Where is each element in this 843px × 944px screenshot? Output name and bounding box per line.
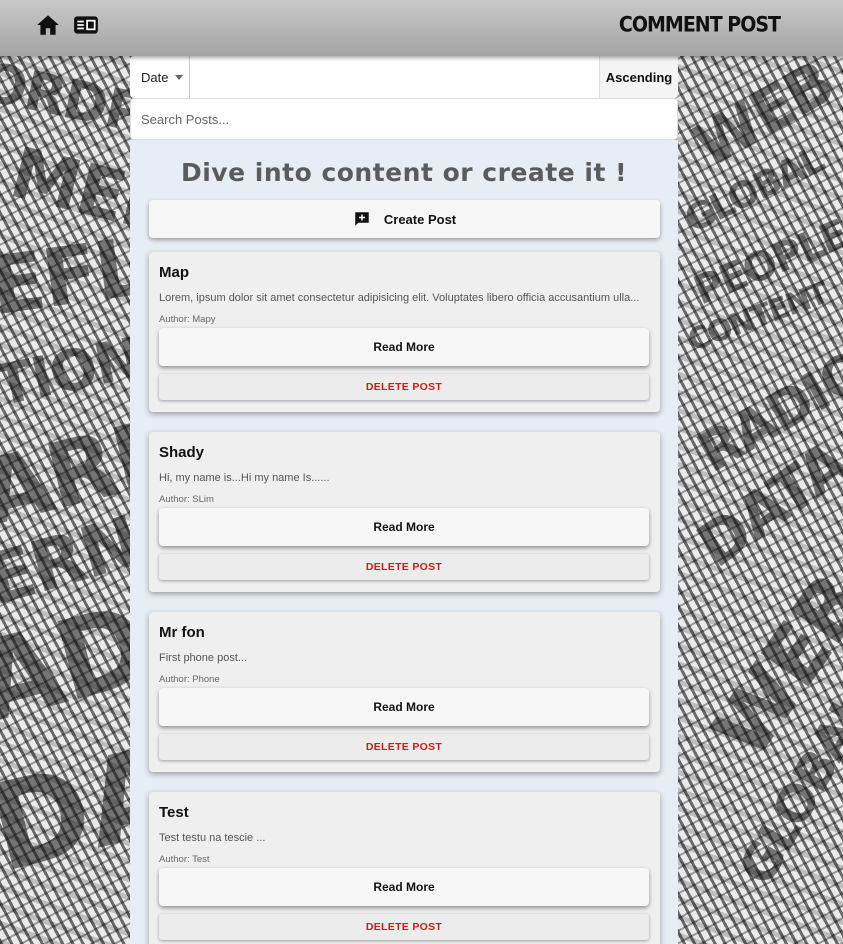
post-title: Test [159,804,189,821]
home-icon[interactable] [35,12,61,38]
post-title: Map [159,264,189,281]
create-post-label: Create Post [383,211,457,227]
post-card: Shady Hi, my name is...Hi my name Is....… [149,432,660,592]
post-author: Author: SLim [159,494,214,505]
post-title: Mr fon [159,624,205,641]
post-title: Shady [159,444,205,461]
chevron-down-icon [175,74,184,80]
read-more-button[interactable]: Read More [159,508,649,546]
post-excerpt: Lorem, ipsum dolor sit amet consectetur … [159,292,640,304]
top-navbar: COMMENT POST [0,0,843,56]
sort-order-button[interactable]: Ascending [600,56,678,98]
background-collage: WEB [694,558,843,775]
background-collage: GLOBAL [678,139,830,242]
add-comment-icon [355,212,369,226]
read-more-button[interactable]: Read More [159,328,649,366]
background-collage: RADIO [686,338,843,485]
search-field [130,98,678,140]
page-title: Dive into content or create it ! [180,158,628,187]
background-collage: ERN [0,500,148,622]
background-collage: TION [0,325,146,420]
background-collage: CONTENT [683,276,832,359]
background-collage: GLOBAL [727,683,843,895]
background-collage: WEB [682,47,843,183]
post-excerpt: First phone post... [159,652,248,664]
posts-panel: Dive into content or create it ! Create … [130,140,678,944]
delete-post-button[interactable]: DELETE POST [159,734,649,760]
brand-logo[interactable]: COMMENT POST [619,13,781,37]
search-input[interactable] [131,99,677,139]
post-author: Author: Test [159,854,210,865]
background-collage: DATA [684,428,843,582]
delete-post-button[interactable]: DELETE POST [159,914,649,940]
posts-icon[interactable] [73,12,99,38]
post-excerpt: Test testu na tescie ... [159,832,266,844]
post-excerpt: Hi, my name is...Hi my name Is...... [159,472,330,484]
delete-post-button[interactable]: DELETE POST [159,374,649,400]
delete-post-button[interactable]: DELETE POST [159,554,649,580]
post-author: Author: Phone [159,674,220,685]
sort-field-select[interactable]: Date [130,56,190,98]
read-more-button[interactable]: Read More [159,688,649,726]
read-more-button[interactable]: Read More [159,868,649,906]
create-post-button[interactable]: Create Post [149,200,660,238]
background-collage: EFL [0,219,151,334]
filter-bar: Date Ascending [130,56,678,98]
post-card: Test Test testu na tescie ... Author: Te… [149,792,660,944]
post-author: Author: Mapy [159,314,216,325]
background-collage: PEOPLE [687,211,843,315]
post-card: Mr fon First phone post... Author: Phone… [149,612,660,772]
post-card: Map Lorem, ipsum dolor sit amet consecte… [149,252,660,412]
sort-field-value: Date [141,69,169,85]
